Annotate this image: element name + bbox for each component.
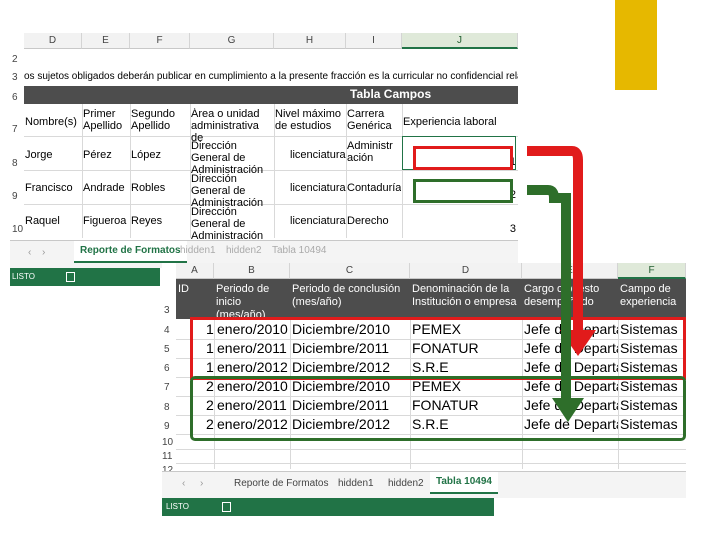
green-arrowhead-icon (552, 398, 584, 422)
arrows-overlay (527, 146, 596, 422)
green-arrow-icon (527, 185, 571, 405)
